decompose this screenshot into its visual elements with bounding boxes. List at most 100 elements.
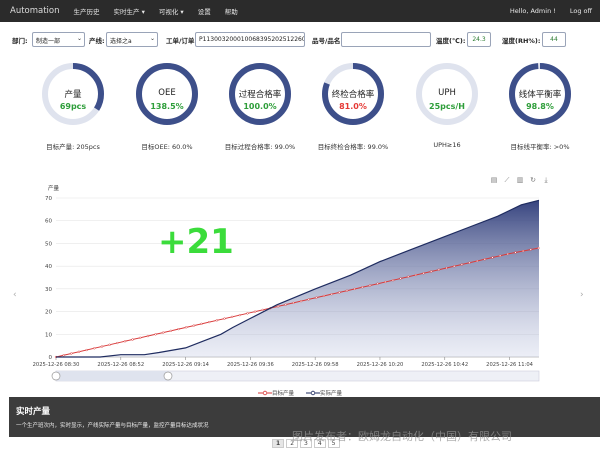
y-tick-label: 50 [45, 241, 52, 247]
nav-production-history[interactable]: 生产历史 [74, 6, 100, 16]
kpi-output: 产量 69pcs 目标产量: 205pcs [28, 62, 118, 152]
dept-select[interactable]: 制造一部 ⌄ [32, 32, 85, 47]
target-point [292, 301, 295, 305]
target-point [100, 345, 104, 348]
legend-actual[interactable]: 实际产量 [306, 389, 342, 397]
nav-realtime-production[interactable]: 实时生产 ▾ [114, 6, 145, 16]
actual-output-area [56, 200, 539, 357]
target-point [445, 266, 448, 270]
dept-label: 部门: [12, 37, 28, 45]
kpi-title: 终检合格率 [331, 90, 375, 100]
target-point [453, 265, 456, 268]
zoom-handle-right[interactable] [163, 371, 173, 381]
target-point [284, 303, 287, 306]
target-point [407, 275, 410, 278]
dept-select-value: 制造一部 [36, 38, 61, 45]
kpi-oee: OEE 138.5% 目标OEE: 60.0% [122, 62, 212, 152]
target-point [437, 268, 441, 271]
kpi-value: 138.5% [150, 102, 184, 111]
humidity-label: 湿度(RH%): [502, 37, 541, 45]
chart-legend: 目标产量 实际产量 [0, 389, 600, 397]
nav-help[interactable]: 帮助 [225, 6, 238, 16]
target-point [430, 270, 433, 273]
page-button[interactable]: 1 [272, 438, 285, 448]
x-tick-label: 2025-12-26 10:20 [357, 362, 404, 368]
line-select-value: 选择之a [110, 38, 132, 45]
logout-link[interactable]: Log off [570, 7, 592, 15]
x-tick-label: 2025-12-26 09:58 [292, 362, 339, 368]
target-point [315, 296, 318, 299]
y-tick-label: 20 [45, 310, 52, 316]
target-point [422, 272, 425, 275]
target-point [230, 315, 234, 319]
target-point [307, 298, 310, 301]
target-point [238, 313, 241, 317]
part-label: 品号/品名: [312, 37, 343, 45]
target-point [322, 294, 326, 298]
target-point [154, 333, 157, 336]
humidity-value: 44 [542, 32, 566, 47]
y-axis-label: 产量 [48, 184, 60, 192]
panel-title: 实时产量 [16, 407, 51, 417]
line-select[interactable]: 选择之a ⌄ [106, 32, 158, 47]
kpi-value: 69pcs [59, 102, 87, 111]
legend-target[interactable]: 目标产量 [257, 389, 294, 397]
target-point [391, 279, 395, 282]
target-point [276, 305, 280, 308]
target-point [85, 348, 88, 352]
target-point [123, 340, 127, 343]
target-point [491, 256, 494, 259]
target-point [529, 248, 532, 251]
kpi-value: 81.0% [339, 102, 367, 111]
target-point [70, 352, 73, 355]
target-point [200, 322, 203, 325]
kpi-target: 目标产量: 205pcs [46, 143, 100, 151]
target-point [460, 263, 463, 266]
target-point [192, 324, 195, 327]
user-greeting: Hello, Admin ! [509, 7, 556, 15]
target-point [384, 280, 387, 284]
order-input[interactable]: P113003200010068395202512260 [195, 32, 305, 47]
kpi-title: UPH [438, 88, 456, 98]
x-tick-label: 2025-12-26 10:42 [421, 362, 468, 368]
target-point [399, 277, 402, 280]
target-point [483, 258, 486, 261]
target-point [521, 249, 525, 253]
nav-settings[interactable]: 设置 [198, 6, 211, 16]
target-point [177, 327, 180, 331]
zoom-handle-left[interactable] [51, 371, 61, 381]
target-point [506, 252, 509, 256]
chevron-down-icon: ⌄ [149, 35, 155, 42]
panel-description: 一个生产班次内，实时显示，产线实际产量与目标产量，监控产量目标达成状况 [16, 423, 209, 429]
kpi-process-yield: 过程合格率 100.0% 目标过程合格率: 99.0% [215, 62, 305, 152]
kpi-value: 25pcs/H [429, 102, 465, 111]
target-point [537, 246, 540, 250]
kpi-target: 目标过程合格率: 99.0% [224, 143, 296, 151]
part-input[interactable] [341, 32, 431, 47]
line-label: 产线: [89, 37, 105, 45]
kpi-uph: UPH 25pcs/H UPH≥16 [402, 62, 492, 152]
target-point [215, 319, 218, 322]
top-navbar: Automation 生产历史 实时生产 ▾ 可视化 ▾ 设置 帮助 Hello… [0, 0, 600, 22]
target-point [338, 291, 341, 294]
target-point [108, 343, 111, 346]
y-tick-label: 0 [49, 355, 53, 361]
legend-target-label: 目标产量 [271, 391, 294, 397]
brand-logo[interactable]: Automation [10, 6, 60, 16]
nav-visualization[interactable]: 可视化 ▾ [159, 6, 184, 16]
kpi-final-yield: 终检合格率 81.0% 目标终检合格率: 99.0% [308, 62, 398, 152]
kpi-value: 98.8% [526, 102, 554, 111]
x-tick-label: 2025-12-26 11:04 [486, 362, 533, 368]
target-point [345, 289, 349, 292]
target-point [299, 300, 303, 303]
temperature-value: 24.3 [467, 32, 491, 47]
zoom-slider-window[interactable] [56, 371, 168, 381]
target-point [476, 259, 479, 263]
y-tick-label: 40 [45, 264, 52, 270]
target-point [146, 334, 150, 338]
kpi-line-balance: 线体平衡率 98.8% 目标线平衡率: >0% [495, 62, 585, 152]
production-chart: 产量 010203040506070 2025-12-26 08:30 2025-… [33, 184, 540, 382]
x-tick-label: 2025-12-26 08:52 [97, 362, 144, 368]
kpi-target: UPH≥16 [433, 141, 461, 149]
target-point [223, 317, 226, 320]
